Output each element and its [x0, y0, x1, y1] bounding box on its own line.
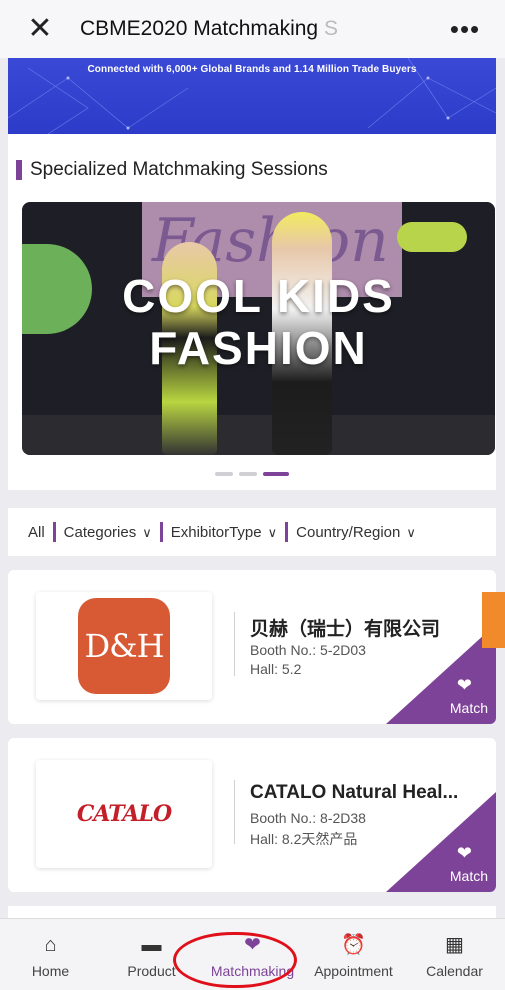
filter-separator [159, 522, 163, 542]
catalo-logo: CATALO [76, 801, 172, 827]
close-icon[interactable]: ✕ [0, 0, 80, 58]
page-title: CBME2020 Matchmaking S [80, 17, 425, 41]
more-icon[interactable]: ••• [425, 14, 505, 45]
tab-calendar[interactable]: ▦ Calendar [404, 919, 505, 990]
hero-banner: Connected with 6,000+ Global Brands and … [8, 58, 496, 134]
filter-exhibitor-type[interactable]: ExhibitorType ∨ [171, 524, 277, 541]
filter-country-region-label: Country/Region [296, 523, 401, 541]
home-icon: ⌂ [44, 934, 57, 956]
banner-headline-line2: FASHION [149, 322, 368, 374]
section-header: Specialized Matchmaking Sessions [16, 159, 328, 181]
exhibitor-booth: Booth No.: 8-2D38 [250, 810, 366, 826]
exhibitor-name: 贝赫（瑞士）有限公司 [250, 619, 441, 640]
filter-all[interactable]: All [28, 524, 45, 541]
filter-categories[interactable]: Categories ∨ [64, 524, 152, 541]
banner-lime-shape [397, 222, 467, 252]
filter-country-region[interactable]: Country/Region ∨ [296, 524, 416, 541]
section-title: Specialized Matchmaking Sessions [30, 159, 328, 180]
chevron-down-icon: ∨ [267, 524, 278, 540]
exhibitor-card[interactable]: CATALO CATALO Natural Heal... Booth No.:… [8, 738, 496, 892]
handshake-icon: ❤ [456, 843, 472, 863]
exhibitor-card[interactable]: D&H 贝赫（瑞士）有限公司 Booth No.: 5-2D03 Hall: 5… [8, 570, 496, 724]
floating-side-tab[interactable] [482, 592, 505, 648]
exhibitor-hall: Hall: 8.2天然产品 [250, 831, 358, 847]
session-banner[interactable]: Fashion COOL KIDS FASHION [22, 202, 495, 455]
filter-separator [285, 522, 289, 542]
match-button[interactable]: ❤ Match [386, 792, 496, 892]
carousel-dot[interactable] [239, 472, 257, 476]
dh-logo: D&H [78, 598, 170, 694]
card-divider [234, 612, 235, 676]
filter-separator [52, 522, 56, 542]
filter-exhibitor-type-label: ExhibitorType [170, 523, 262, 541]
exhibitor-booth: Booth No.: 5-2D03 [250, 642, 366, 658]
match-label: Match [449, 868, 488, 884]
tab-calendar-label: Calendar [426, 963, 483, 979]
tab-appointment-label: Appointment [314, 963, 393, 979]
match-label: Match [449, 700, 488, 716]
tab-home[interactable]: ⌂ Home [0, 919, 101, 990]
chevron-down-icon: ∨ [142, 524, 152, 540]
sessions-card: Specialized Matchmaking Sessions Fashion… [8, 134, 496, 490]
calendar-icon: ▦ [445, 934, 464, 956]
exhibitor-name: CATALO Natural Heal... [250, 782, 459, 803]
filter-categories-label: Categories [63, 523, 137, 541]
tab-home-label: Home [31, 963, 70, 979]
chevron-down-icon: ∨ [406, 524, 416, 540]
alarm-clock-icon: ⏰ [341, 934, 366, 956]
banner-headline-line1: COOL KIDS [122, 270, 395, 322]
top-bar: ✕ CBME2020 Matchmaking S ••• [0, 0, 505, 58]
tab-appointment[interactable]: ⏰ Appointment [303, 919, 404, 990]
carousel-dot-active[interactable] [263, 472, 289, 476]
banner-stage [22, 415, 495, 455]
page-title-text: CBME2020 Matchmaking [80, 17, 319, 40]
highlight-ring [173, 932, 297, 988]
banner-headline: COOL KIDS FASHION [22, 270, 495, 374]
carousel-indicator [8, 472, 496, 476]
exhibitor-hall: Hall: 5.2 [250, 661, 302, 677]
handshake-icon: ❤ [456, 675, 472, 695]
card-divider [234, 780, 235, 844]
hero-tagline: Connected with 6,000+ Global Brands and … [87, 64, 417, 75]
carousel-dot[interactable] [215, 472, 233, 476]
exhibitor-logo: CATALO [36, 760, 212, 868]
page-title-fade: S [323, 17, 338, 40]
exhibitor-logo: D&H [36, 592, 212, 700]
filter-bar: All Categories ∨ ExhibitorType ∨ Country/R… [8, 508, 496, 556]
section-accent-bar [16, 160, 22, 180]
